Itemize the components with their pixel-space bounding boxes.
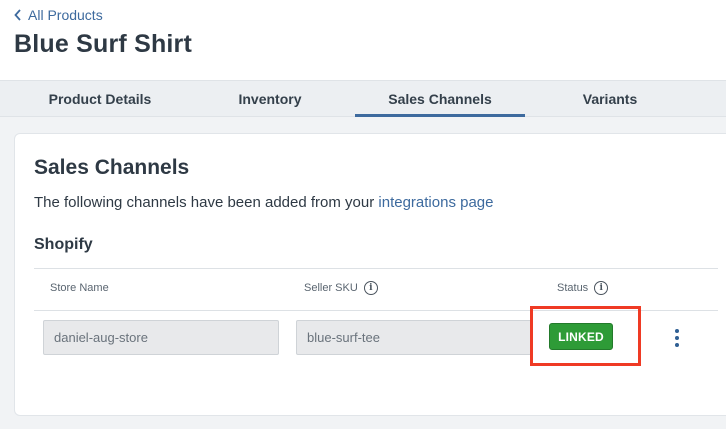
- column-header-seller-sku: Seller SKU i: [304, 281, 378, 295]
- section-title: Sales Channels: [34, 156, 190, 179]
- tab-inventory[interactable]: Inventory: [200, 81, 340, 117]
- tab-sales-channels[interactable]: Sales Channels: [355, 81, 525, 117]
- page-header: All Products Blue Surf Shirt: [0, 0, 726, 80]
- table-top-divider: [34, 268, 718, 269]
- store-name-field: daniel-aug-store: [43, 320, 279, 355]
- column-label: Store Name: [50, 282, 109, 294]
- chevron-left-icon: [14, 9, 21, 21]
- info-icon[interactable]: i: [363, 281, 378, 295]
- tab-bar: Product Details Inventory Sales Channels…: [0, 80, 726, 117]
- seller-sku-field: blue-surf-tee: [296, 320, 532, 355]
- back-to-products-link[interactable]: All Products: [14, 7, 103, 23]
- description-text: The following channels have been added f…: [34, 194, 379, 211]
- back-link-label: All Products: [28, 7, 103, 23]
- column-label: Seller SKU: [304, 282, 358, 294]
- column-header-status: Status i: [557, 281, 609, 295]
- section-description: The following channels have been added f…: [34, 194, 493, 211]
- page-title: Blue Surf Shirt: [14, 30, 193, 58]
- status-badge: LINKED: [549, 323, 613, 350]
- info-icon[interactable]: i: [594, 281, 609, 295]
- more-options-icon[interactable]: [669, 326, 685, 350]
- tab-variants[interactable]: Variants: [540, 81, 680, 117]
- column-label: Status: [557, 282, 589, 294]
- column-header-store-name: Store Name: [50, 282, 109, 294]
- channel-name-heading: Shopify: [34, 236, 93, 253]
- tab-product-details[interactable]: Product Details: [30, 81, 170, 117]
- integrations-page-link[interactable]: integrations page: [378, 194, 493, 211]
